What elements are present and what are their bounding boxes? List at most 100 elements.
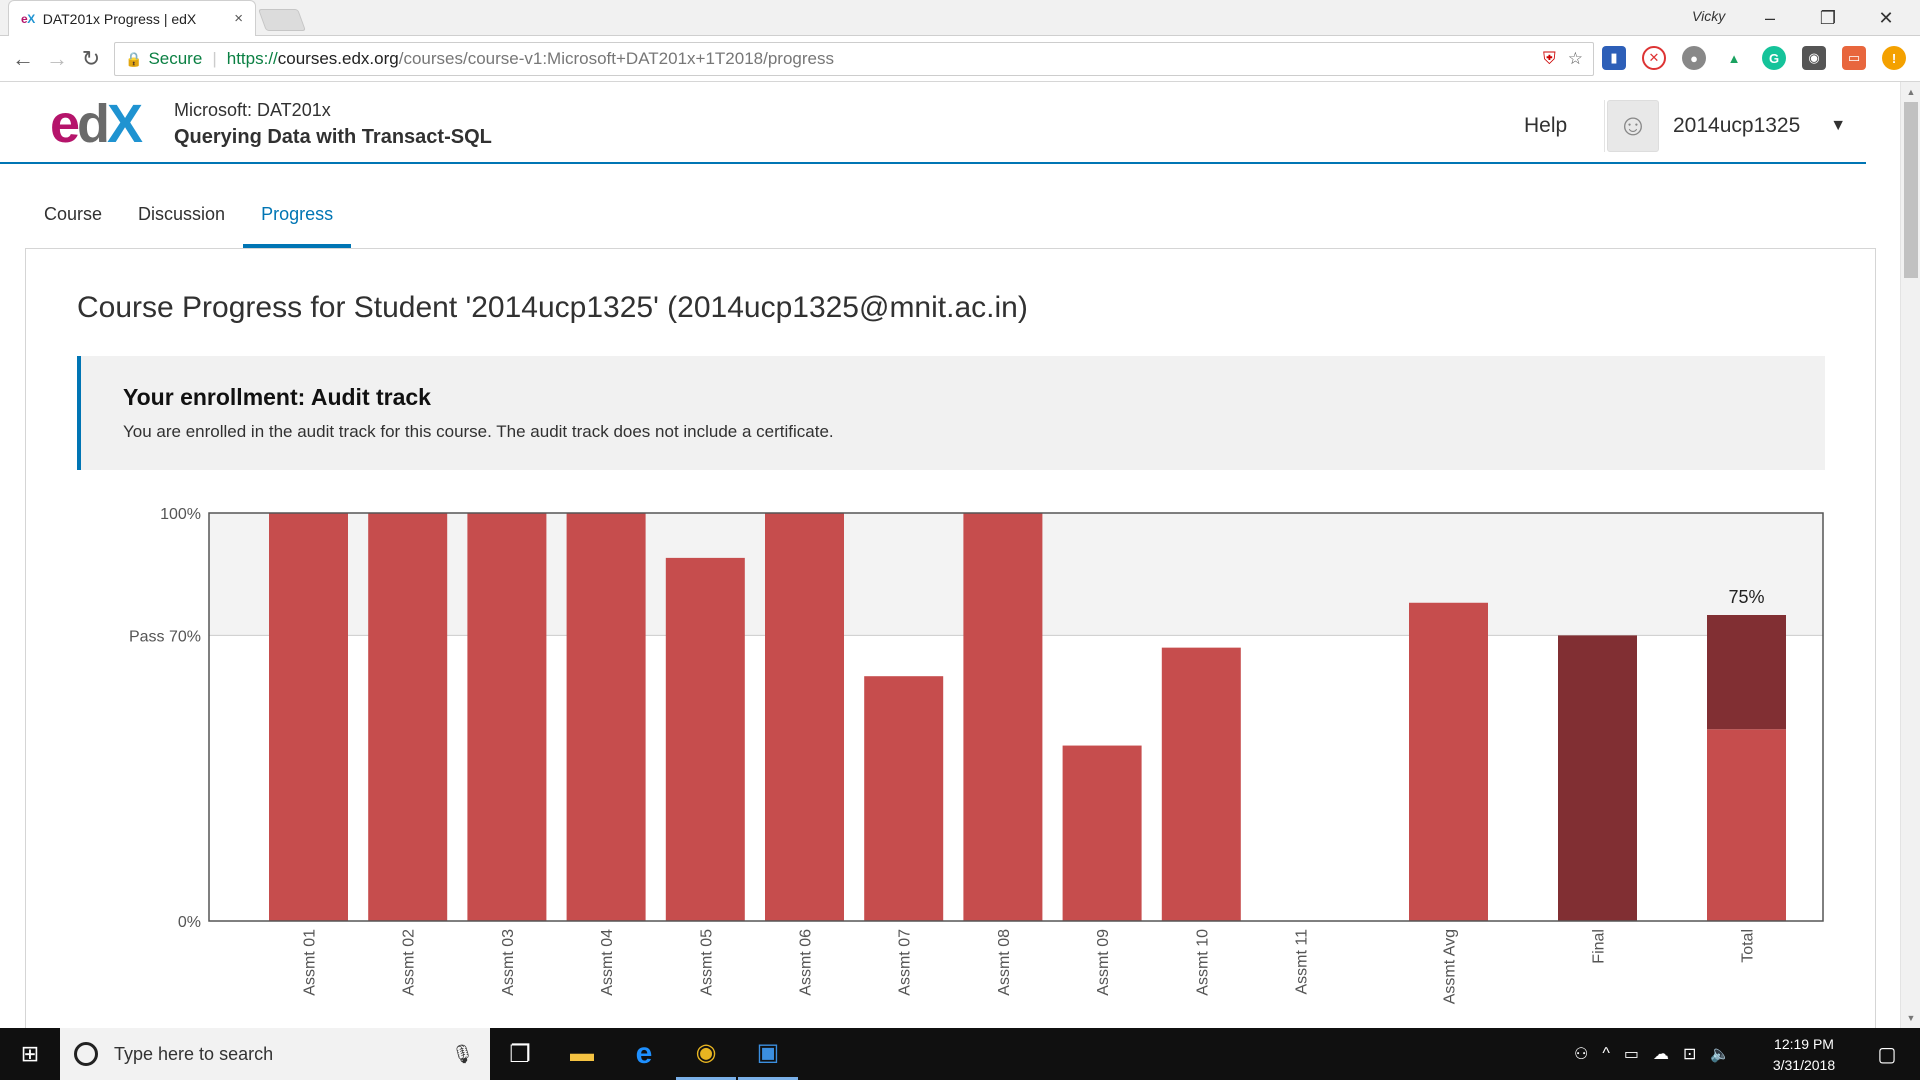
globe-extension-icon[interactable]: ● — [1682, 46, 1706, 70]
browser-tab[interactable]: eX DAT201x Progress | edX × — [8, 0, 256, 36]
omnibox-separator: | — [212, 49, 217, 68]
help-link[interactable]: Help — [1524, 114, 1567, 138]
progress-panel: Course Progress for Student '2014ucp1325… — [25, 248, 1876, 1028]
close-window-icon[interactable]: ✕ — [1866, 4, 1906, 32]
secure-label: Secure — [148, 49, 203, 68]
bar-assmt-10 — [1161, 647, 1241, 921]
caret-down-icon[interactable]: ▼ — [1830, 117, 1846, 135]
edge-browser-icon[interactable]: e — [614, 1028, 674, 1080]
google-drive-icon[interactable]: ▲ — [1722, 46, 1746, 70]
tab-title: DAT201x Progress | edX — [42, 10, 197, 27]
total-value-label: 75% — [1728, 587, 1764, 607]
bar-total-assessments — [1707, 729, 1786, 921]
lightbulb-extension-icon[interactable]: ◉ — [1802, 46, 1826, 70]
course-org: Microsoft: DAT201x — [174, 100, 331, 120]
avatar: ☺ — [1607, 100, 1659, 152]
bar-assmt-03 — [467, 513, 547, 921]
taskbar-clock[interactable]: 12:19 PM 3/31/2018 — [1764, 1034, 1844, 1076]
clipper-extension-icon[interactable]: ▭ — [1842, 46, 1866, 70]
course-tabs: Course Discussion Progress — [26, 184, 352, 248]
adblock-extension-icon[interactable]: ✕ — [1642, 46, 1666, 70]
bar-assmt-09 — [1062, 745, 1142, 921]
site-header: edX Microsoft: DAT201x Querying Data wit… — [0, 82, 1866, 164]
bar-assmt-05 — [665, 557, 745, 921]
logo-letter-x: X — [107, 94, 143, 154]
new-tab-button[interactable] — [257, 9, 307, 31]
course-name: Querying Data with Transact-SQL — [174, 126, 492, 148]
microphone-icon[interactable]: 🎙 — [451, 1044, 474, 1065]
x-category-label: Assmt 05 — [698, 929, 715, 996]
restore-icon[interactable]: ❐ — [1808, 4, 1848, 32]
battery-icon[interactable]: ▭ — [1624, 1044, 1639, 1064]
bar-assmt-08 — [963, 513, 1043, 921]
edx-logo[interactable]: edX — [50, 97, 143, 151]
people-icon[interactable]: ⚇ — [1574, 1044, 1588, 1064]
tab-close-icon[interactable]: × — [234, 10, 243, 27]
url-path: /courses/course-v1:Microsoft+DAT201x+1T2… — [398, 49, 834, 68]
volume-icon[interactable]: 🔈 — [1710, 1044, 1730, 1064]
scroll-down-icon[interactable]: ▼ — [1901, 1010, 1920, 1026]
x-category-label: Assmt 07 — [897, 929, 914, 996]
x-category-label: Assmt 09 — [1095, 929, 1112, 996]
clock-time: 12:19 PM — [1774, 1036, 1834, 1052]
x-category-label: Assmt 01 — [302, 929, 319, 996]
file-explorer-icon[interactable]: ▬ — [552, 1028, 612, 1080]
onedrive-cloud-icon[interactable]: ☁ — [1653, 1044, 1669, 1064]
system-tray: ⚇ ^ ▭ ☁ ⊡ 🔈 — [1574, 1028, 1730, 1080]
grammarly-icon[interactable]: G — [1762, 46, 1786, 70]
taskbar-search[interactable]: Type here to search 🎙 — [60, 1028, 490, 1080]
tab-course[interactable]: Course — [26, 184, 120, 248]
bookmark-star-icon[interactable]: ☆ — [1568, 49, 1583, 69]
windows-start-icon[interactable]: ⊞ — [0, 1028, 60, 1080]
app-window-icon[interactable]: ▣ — [738, 1028, 798, 1080]
windows-taskbar: ⊞ Type here to search 🎙 ❐ ▬ e ◉ ▣ ⚇ ^ ▭ … — [0, 1028, 1920, 1080]
bar-assmt-01 — [269, 513, 348, 921]
browser-profile-name[interactable]: Vicky — [1692, 8, 1725, 24]
page-scrollbar[interactable]: ▲ ▼ — [1900, 82, 1920, 1028]
blocked-popup-icon[interactable]: ⛨ — [1543, 49, 1556, 69]
minimize-icon[interactable]: – — [1750, 4, 1790, 32]
x-category-label: Assmt 06 — [798, 929, 815, 996]
x-category-label: Assmt 10 — [1194, 929, 1211, 996]
grade-chart: 0% Pass 70% 100% Assmt 01 Assmt 02 Assmt 03 As… — [129, 506, 1824, 1004]
x-category-label: Assmt 08 — [996, 929, 1013, 996]
bar-final — [1558, 635, 1637, 921]
scroll-thumb[interactable] — [1904, 102, 1918, 278]
forward-arrow-icon[interactable]: → — [42, 44, 72, 74]
logo-letter-d: d — [77, 94, 110, 154]
x-category-label: Assmt Avg — [1442, 929, 1459, 1004]
edx-favicon-icon: eX — [21, 11, 35, 26]
x-category-label: Assmt 03 — [500, 929, 517, 996]
browser-tab-strip: eX DAT201x Progress | edX × Vicky – ❐ ✕ — [0, 0, 1920, 36]
tray-chevron-up-icon[interactable]: ^ — [1602, 1045, 1610, 1063]
y-tick-label: Pass 70% — [129, 628, 201, 645]
tab-progress[interactable]: Progress — [243, 184, 352, 248]
task-view-icon[interactable]: ❐ — [490, 1028, 550, 1080]
scroll-up-icon[interactable]: ▲ — [1901, 84, 1920, 100]
bar-assmt-07 — [864, 676, 944, 921]
update-warning-icon[interactable]: ! — [1882, 46, 1906, 70]
taskbar-search-placeholder: Type here to search — [114, 1043, 274, 1064]
network-icon[interactable]: ⊡ — [1683, 1044, 1696, 1064]
x-category-label: Total — [1740, 929, 1757, 963]
back-arrow-icon[interactable]: ← — [8, 44, 38, 74]
action-center-icon[interactable]: ▢ — [1862, 1028, 1912, 1080]
bar-total-final — [1707, 615, 1786, 730]
y-tick-label: 100% — [160, 506, 201, 523]
x-category-label: Assmt 11 — [1294, 929, 1311, 995]
bar-assmt-04 — [566, 513, 646, 921]
bookmark-extension-icon[interactable]: ▮ — [1602, 46, 1626, 70]
reload-icon[interactable]: ↻ — [76, 44, 106, 74]
x-category-label: Assmt 04 — [599, 929, 616, 996]
browser-toolbar: ← → ↻ 🔒 Secure | https:// courses.edx.or… — [0, 36, 1920, 82]
address-bar[interactable]: 🔒 Secure | https:// courses.edx.org /cou… — [114, 42, 1594, 76]
cortana-icon — [74, 1042, 98, 1066]
lock-icon: 🔒 — [125, 50, 143, 67]
user-menu[interactable]: ☺ 2014ucp1325 ▼ — [1604, 100, 1854, 152]
bar-assmt-avg — [1409, 602, 1488, 921]
x-category-label: Assmt 02 — [401, 929, 418, 996]
bar-assmt-06 — [765, 513, 844, 921]
url-host: courses.edx.org — [277, 49, 399, 68]
chrome-browser-icon[interactable]: ◉ — [676, 1028, 736, 1080]
tab-discussion[interactable]: Discussion — [120, 184, 243, 248]
